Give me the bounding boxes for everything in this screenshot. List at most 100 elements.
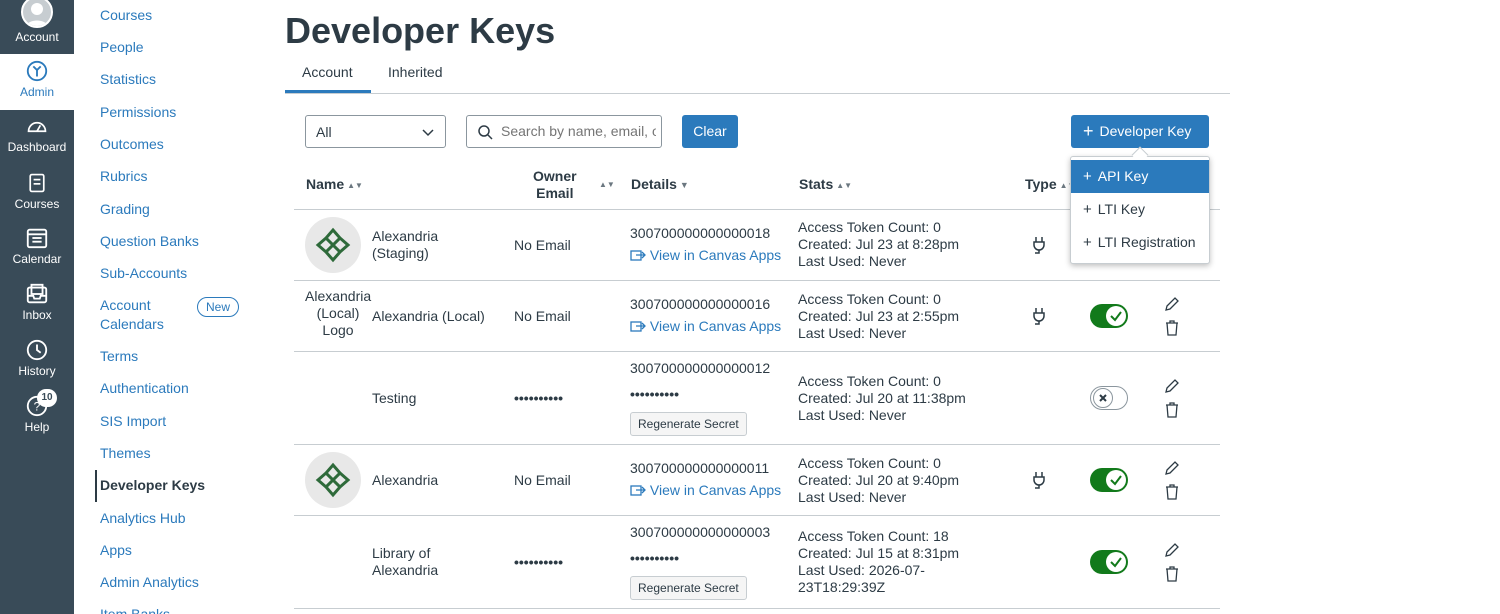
- column-header-name[interactable]: Name ▲▼: [306, 176, 363, 192]
- key-type-filter-select[interactable]: All: [305, 115, 446, 148]
- add-developer-key-button[interactable]: + Developer Key: [1071, 115, 1209, 148]
- external-link-icon: [630, 250, 646, 261]
- key-stats: Access Token Count: 0 Created: Jul 20 at…: [798, 373, 966, 424]
- view-in-canvas-apps-link[interactable]: View in Canvas Apps: [630, 482, 781, 499]
- key-id: 300700000000000016: [630, 296, 771, 312]
- key-state-toggle[interactable]: [1090, 386, 1128, 410]
- key-state-toggle[interactable]: [1090, 468, 1128, 492]
- stat-last-used: Last Used: Never: [798, 407, 907, 423]
- subnav-analytics-hub[interactable]: Analytics Hub: [100, 510, 186, 526]
- subnav-admin-analytics[interactable]: Admin Analytics: [100, 574, 199, 590]
- key-name-line2: (Staging): [372, 245, 429, 261]
- key-name: Testing: [372, 390, 417, 406]
- menu-item-api-key[interactable]: + API Key: [1071, 160, 1209, 193]
- subnav-permissions[interactable]: Permissions: [100, 104, 176, 120]
- dashboard-icon: [27, 122, 47, 133]
- search-input[interactable]: [501, 123, 656, 139]
- global-nav-account-label: Account: [15, 30, 59, 44]
- subnav-courses[interactable]: Courses: [100, 7, 152, 23]
- check-icon: [1110, 311, 1122, 322]
- subnav-sub-accounts[interactable]: Sub-Accounts: [100, 265, 187, 281]
- key-stats: Access Token Count: 0 Created: Jul 23 at…: [798, 219, 959, 270]
- stat-last-used: Last Used: Never: [798, 325, 907, 341]
- owner-sort-icon[interactable]: ▲▼: [599, 180, 615, 189]
- stat-created: Created: Jul 23 at 8:28pm: [798, 236, 960, 252]
- key-name-line1: Alexandria: [372, 228, 439, 244]
- subnav-sis-import[interactable]: SIS Import: [100, 413, 166, 429]
- table-divider: [294, 351, 1220, 352]
- column-header-stats[interactable]: Stats ▲▼: [799, 176, 852, 192]
- subnav-grading[interactable]: Grading: [100, 201, 150, 217]
- regenerate-secret-button[interactable]: Regenerate Secret: [630, 412, 747, 436]
- lti-plug-icon: [1033, 237, 1045, 254]
- alexandria-logo-icon: [315, 462, 351, 498]
- subnav-account-calendars-line2[interactable]: Calendars: [100, 316, 164, 332]
- check-icon: [1110, 557, 1122, 568]
- trash-icon[interactable]: [1164, 484, 1180, 500]
- subnav-people[interactable]: People: [100, 39, 144, 55]
- edit-pencil-icon[interactable]: [1164, 296, 1180, 312]
- global-nav-admin-label: Admin: [19, 85, 54, 99]
- subnav-terms[interactable]: Terms: [100, 348, 138, 364]
- global-nav-calendar-label: Calendar: [12, 252, 62, 266]
- subnav-item-banks[interactable]: Item Banks: [100, 606, 170, 614]
- tab-inherited[interactable]: Inherited: [388, 64, 442, 80]
- stat-token-count: Access Token Count: 0: [798, 291, 941, 307]
- column-header-type[interactable]: Type ▲▼: [1025, 176, 1075, 192]
- subnav-themes[interactable]: Themes: [100, 445, 151, 461]
- key-state-toggle[interactable]: [1090, 550, 1128, 574]
- global-nav-account[interactable]: Account: [0, 0, 74, 52]
- column-header-owner-email[interactable]: Owner Email: [533, 168, 577, 202]
- view-in-canvas-apps-link[interactable]: View in Canvas Apps: [630, 247, 781, 264]
- subnav-rubrics[interactable]: Rubrics: [100, 168, 147, 184]
- trash-icon[interactable]: [1164, 402, 1180, 418]
- column-header-details[interactable]: Details ▼: [631, 176, 689, 192]
- key-state-toggle[interactable]: [1090, 304, 1128, 328]
- edit-pencil-icon[interactable]: [1164, 378, 1180, 394]
- clear-button[interactable]: Clear: [682, 115, 738, 148]
- subnav-question-banks[interactable]: Question Banks: [100, 233, 199, 249]
- broken-logo-alt-text: Alexandria (Local) Logo: [305, 288, 371, 339]
- alt-line1: Alexandria: [305, 288, 372, 304]
- key-id: 300700000000000018: [630, 225, 771, 241]
- book-icon: [29, 173, 45, 193]
- plus-icon: +: [1083, 234, 1092, 251]
- new-badge: New: [197, 297, 240, 317]
- global-nav-calendar[interactable]: Calendar: [0, 222, 74, 278]
- subnav-outcomes[interactable]: Outcomes: [100, 136, 164, 152]
- global-nav-history[interactable]: History: [0, 334, 74, 390]
- trash-icon[interactable]: [1164, 320, 1180, 336]
- global-nav-dashboard[interactable]: Dashboard: [0, 110, 74, 166]
- toggle-knob: [1106, 552, 1126, 572]
- regenerate-secret-button[interactable]: Regenerate Secret: [630, 576, 747, 600]
- subnav-statistics[interactable]: Statistics: [100, 71, 156, 87]
- menu-item-lti-registration[interactable]: + LTI Registration: [1071, 226, 1209, 259]
- subnav-authentication[interactable]: Authentication: [100, 380, 189, 396]
- global-nav-admin[interactable]: Admin: [0, 54, 74, 110]
- edit-pencil-icon[interactable]: [1164, 542, 1180, 558]
- edit-pencil-icon[interactable]: [1164, 460, 1180, 476]
- filter-selected-value: All: [316, 124, 332, 140]
- stat-created: Created: Jul 15 at 8:31pm: [798, 545, 960, 561]
- sort-icon: ▲▼: [836, 181, 853, 190]
- subnav-account-calendars-line1[interactable]: Account: [100, 297, 151, 313]
- global-nav-courses[interactable]: Courses: [0, 166, 74, 222]
- stat-token-count: Access Token Count: 18: [798, 528, 949, 544]
- avatar: [21, 0, 53, 28]
- owner-email-masked: ••••••••••: [514, 390, 564, 406]
- search-box[interactable]: [466, 115, 662, 148]
- subnav-developer-keys[interactable]: Developer Keys: [100, 477, 205, 493]
- global-nav-inbox[interactable]: Inbox: [0, 278, 74, 334]
- key-stats: Access Token Count: 18 Created: Jul 15 a…: [798, 528, 959, 596]
- chevron-down-icon: [422, 129, 434, 137]
- key-name: Alexandria: [372, 472, 439, 488]
- tab-account[interactable]: Account: [302, 64, 353, 80]
- key-secret-masked: ••••••••••: [630, 550, 680, 566]
- subnav-apps[interactable]: Apps: [100, 542, 132, 558]
- owner-email-masked: ••••••••••: [514, 554, 564, 570]
- check-icon: [1110, 475, 1122, 486]
- trash-icon[interactable]: [1164, 566, 1180, 582]
- menu-item-lti-key[interactable]: + LTI Key: [1071, 193, 1209, 226]
- alt-line3: Logo: [322, 322, 354, 338]
- view-in-canvas-apps-link[interactable]: View in Canvas Apps: [630, 318, 781, 335]
